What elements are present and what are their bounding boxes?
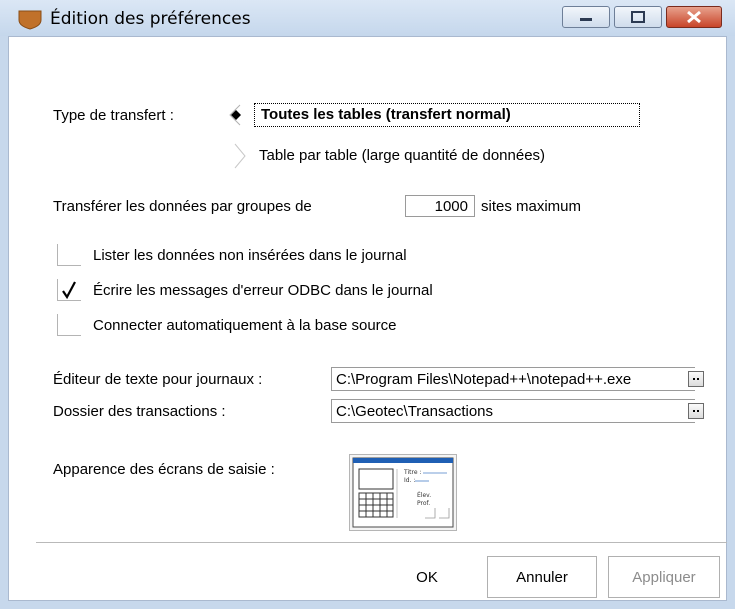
minimize-icon [580,18,592,21]
group-size-suffix: sites maximum [481,198,582,215]
radio-table-by-table[interactable] [229,142,253,172]
appearance-preview-button[interactable]: Titre : Id. : Élev. Prof. [349,454,457,531]
option-table-by-table-label[interactable]: Table par table (large quantité de donné… [259,147,545,164]
preview-elev-label: Élev. [417,491,431,499]
checkbox-auto-connect-label[interactable]: Connecter automatiquement à la base sour… [93,317,397,334]
checkbox-odbc-errors-label[interactable]: Écrire les messages d'erreur ODBC dans l… [93,282,433,299]
transactions-folder-value: C:\Geotec\Transactions [336,403,494,420]
maximize-button[interactable] [614,6,662,28]
preview-prof-label: Prof. [417,500,430,507]
button-separator [36,542,727,543]
log-editor-input[interactable]: C:\Program Files\Notepad++\notepad++.exe [331,367,695,391]
transactions-folder-browse-button[interactable] [688,403,704,419]
group-size-input[interactable]: 1000 [405,195,475,217]
preview-title-label: Titre : [403,469,421,476]
transactions-folder-input[interactable]: C:\Geotec\Transactions [331,399,695,423]
transfer-type-label: Type de transfert : [53,107,174,124]
window-title: Édition des préférences [50,9,251,29]
apply-button[interactable]: Appliquer [608,556,720,598]
minimize-button[interactable] [562,6,610,28]
checkbox-auto-connect[interactable] [57,314,81,336]
close-button[interactable] [666,6,722,28]
transactions-folder-label: Dossier des transactions : [53,403,226,420]
maximize-icon [631,11,645,23]
app-shield-icon [18,10,42,30]
option-normal-transfer-label[interactable]: Toutes les tables (transfert normal) [261,106,511,123]
radio-normal-transfer[interactable] [224,103,250,127]
preferences-window: Édition des préférences Type de transfer… [0,0,735,609]
close-icon [687,10,701,24]
group-size-label: Transférer les données par groupes de [53,198,312,215]
checkbox-list-uninserted[interactable] [57,244,81,266]
preview-id-label: Id. : [404,477,415,484]
ok-button[interactable]: OK [386,556,468,598]
group-size-value: 1000 [434,198,468,215]
cancel-button[interactable]: Annuler [487,556,597,598]
log-editor-value: C:\Program Files\Notepad++\notepad++.exe [336,371,632,388]
log-editor-label: Éditeur de texte pour journaux : [53,371,263,388]
checkbox-list-uninserted-label[interactable]: Lister les données non insérées dans le … [93,247,407,264]
appearance-label: Apparence des écrans de saisie : [53,461,275,478]
form-layout-preview-icon: Titre : Id. : Élev. Prof. [349,454,457,531]
log-editor-browse-button[interactable] [688,371,704,387]
checkbox-odbc-errors[interactable] [57,279,81,301]
title-bar[interactable]: Édition des préférences [0,0,735,36]
checkmark-icon [62,281,76,299]
